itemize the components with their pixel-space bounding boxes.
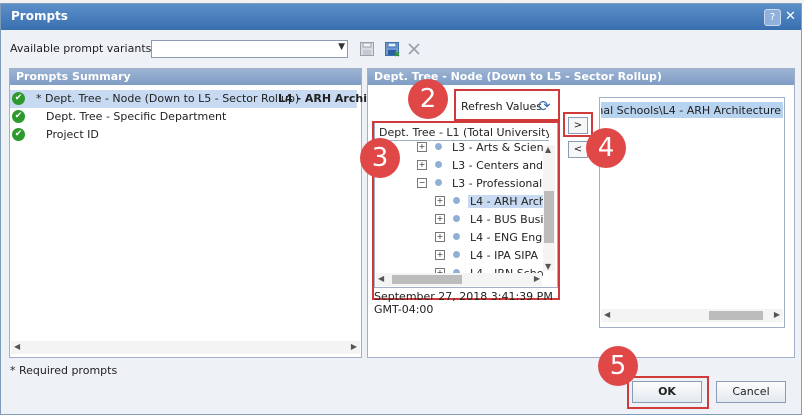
summary-row-value: L4 - ARH Archi <box>278 92 367 105</box>
summary-row-node[interactable]: ✔ * Dept. Tree - Node (Down to L5 - Sect… <box>10 90 367 108</box>
callout-box-refresh <box>454 89 560 121</box>
scroll-left-icon[interactable]: ◀ <box>14 342 20 351</box>
dialog-title: Prompts <box>11 9 68 23</box>
chevron-down-icon[interactable]: ▼ <box>338 42 345 52</box>
check-icon: ✔ <box>12 92 25 105</box>
summary-row-specific-department[interactable]: ✔ Dept. Tree - Specific Department <box>10 108 357 126</box>
variants-label: Available prompt variants <box>10 42 152 55</box>
selected-values-list: ssional Schools\L4 - ARH Architecture ◀ … <box>599 97 785 328</box>
callout-badge-4: 4 <box>586 128 626 168</box>
callout-badge-5: 5 <box>598 346 638 386</box>
callout-box-ok <box>627 376 709 409</box>
scroll-left-icon[interactable]: ◀ <box>604 310 610 319</box>
callout-box-tree <box>372 121 560 300</box>
selected-hscrollbar[interactable]: ◀ ▶ <box>601 309 783 322</box>
summary-row-label: Dept. Tree - Specific Department <box>46 110 227 123</box>
remove-selection-button[interactable]: < <box>568 141 588 158</box>
dialog-titlebar: Prompts ? ✕ <box>1 4 801 30</box>
cancel-button[interactable]: Cancel <box>716 381 786 403</box>
save-icon[interactable] <box>359 41 375 57</box>
callout-box-add <box>563 112 593 137</box>
scroll-right-icon[interactable]: ▶ <box>774 310 780 319</box>
summary-row-label: * Dept. Tree - Node (Down to L5 - Sector… <box>36 92 300 105</box>
selected-value-text: ssional Schools\L4 - ARH Architecture <box>601 104 781 117</box>
prompts-summary-header: Prompts Summary <box>10 69 361 85</box>
delete-icon[interactable] <box>406 41 422 57</box>
variants-dropdown[interactable]: ▼ <box>151 40 348 58</box>
last-refresh-timezone: GMT-04:00 <box>374 303 434 316</box>
selected-value-row[interactable]: ssional Schools\L4 - ARH Architecture <box>601 102 783 118</box>
prompts-dialog: Prompts ? ✕ Available prompt variants ▼ … <box>0 3 802 415</box>
callout-badge-2: 2 <box>408 79 448 119</box>
last-refresh-date: September 27, 2018 3:41:39 PM <box>374 290 553 303</box>
check-icon: ✔ <box>12 110 25 123</box>
required-prompts-note: * Required prompts <box>10 364 118 377</box>
summary-row-project-id[interactable]: ✔ Project ID <box>10 126 357 144</box>
prompts-summary-panel: Prompts Summary ✔ * Dept. Tree - Node (D… <box>9 68 367 358</box>
scroll-right-icon[interactable]: ▶ <box>351 342 357 351</box>
close-icon[interactable]: ✕ <box>783 9 798 24</box>
help-icon[interactable]: ? <box>764 9 781 26</box>
selected-hscroll-thumb[interactable] <box>709 311 763 320</box>
callout-badge-3: 3 <box>360 138 400 178</box>
summary-row-label: Project ID <box>46 128 99 141</box>
summary-hscrollbar[interactable]: ◀ ▶ <box>11 341 360 354</box>
save-as-icon[interactable] <box>384 41 400 57</box>
check-icon: ✔ <box>12 128 25 141</box>
